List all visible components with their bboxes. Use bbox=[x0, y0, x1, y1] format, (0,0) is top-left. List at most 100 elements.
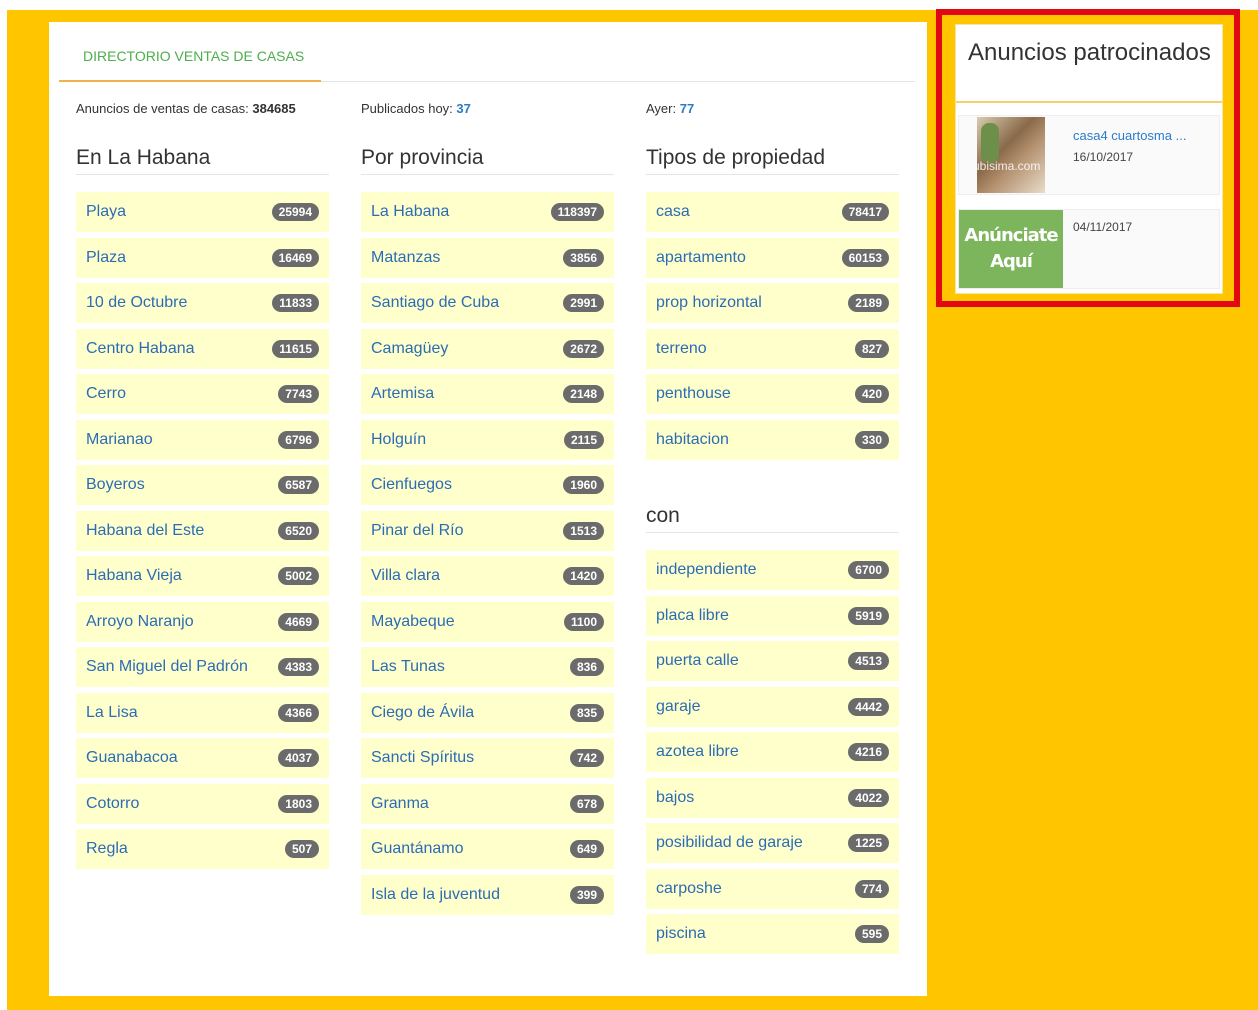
con-item-label[interactable]: independiente bbox=[656, 561, 757, 579]
con-item-label[interactable]: puerta calle bbox=[656, 652, 739, 670]
provincia-item-label[interactable]: Villa clara bbox=[371, 567, 440, 585]
habana-item-label[interactable]: Habana del Este bbox=[86, 522, 204, 540]
provincia-item-label[interactable]: La Habana bbox=[371, 203, 449, 221]
advertise-here-banner[interactable]: Anúnciate Aquí bbox=[959, 210, 1063, 288]
con-item-label[interactable]: azotea libre bbox=[656, 743, 739, 761]
habana-item[interactable]: La Lisa 4366 bbox=[76, 692, 329, 733]
provincia-item[interactable]: Sancti Spíritus 742 bbox=[361, 738, 614, 778]
habana-item[interactable]: San Miguel del Padrón 4383 bbox=[76, 647, 329, 687]
provincia-item-label[interactable]: Sancti Spíritus bbox=[371, 749, 474, 767]
provincia-item[interactable]: Camagüey 2672 bbox=[361, 328, 614, 369]
habana-item[interactable]: Boyeros 6587 bbox=[76, 465, 329, 505]
con-item[interactable]: bajos 4022 bbox=[646, 777, 899, 818]
sponsored-ad-2[interactable]: Anúnciate Aquí 04/11/2017 bbox=[958, 209, 1220, 289]
con-item-label[interactable]: piscina bbox=[656, 925, 706, 943]
provincia-item[interactable]: Guantánamo 649 bbox=[361, 829, 614, 869]
provincia-item[interactable]: Matanzas 3856 bbox=[361, 237, 614, 278]
provincia-item-label[interactable]: Isla de la juventud bbox=[371, 886, 500, 904]
habana-item-label[interactable]: Marianao bbox=[86, 431, 153, 449]
provincia-item[interactable]: Artemisa 2148 bbox=[361, 374, 614, 414]
con-item-label[interactable]: posibilidad de garaje bbox=[656, 834, 803, 852]
habana-item[interactable]: Cotorro 1803 bbox=[76, 783, 329, 824]
provincia-item-label[interactable]: Las Tunas bbox=[371, 658, 445, 676]
provincia-item-label[interactable]: Guantánamo bbox=[371, 840, 464, 858]
provincia-item-label[interactable]: Camagüey bbox=[371, 340, 448, 358]
habana-item-label[interactable]: Regla bbox=[86, 840, 128, 858]
provincia-item[interactable]: Cienfuegos 1960 bbox=[361, 465, 614, 505]
habana-item-label[interactable]: Playa bbox=[86, 203, 126, 221]
tipo-item[interactable]: prop horizontal 2189 bbox=[646, 283, 899, 323]
provincia-item-label[interactable]: Santiago de Cuba bbox=[371, 294, 499, 312]
provincia-item-label[interactable]: Holguín bbox=[371, 431, 426, 449]
provincia-item-label[interactable]: Mayabeque bbox=[371, 613, 455, 631]
provincia-item[interactable]: Ciego de Ávila 835 bbox=[361, 692, 614, 733]
ad-1-thumbnail[interactable]: cubisima.com bbox=[977, 117, 1045, 193]
tab-directorio-ventas[interactable]: DIRECTORIO VENTAS DE CASAS bbox=[59, 22, 321, 82]
habana-item[interactable]: Plaza 16469 bbox=[76, 237, 329, 278]
con-item[interactable]: piscina 595 bbox=[646, 914, 899, 954]
provincia-item-label[interactable]: Granma bbox=[371, 795, 429, 813]
provincia-item-label[interactable]: Artemisa bbox=[371, 385, 434, 403]
habana-item-label[interactable]: Boyeros bbox=[86, 476, 145, 494]
provincia-item[interactable]: Holguín 2115 bbox=[361, 419, 614, 460]
habana-item-label[interactable]: Plaza bbox=[86, 249, 126, 267]
habana-item-label[interactable]: La Lisa bbox=[86, 704, 138, 722]
habana-item[interactable]: Arroyo Naranjo 4669 bbox=[76, 601, 329, 642]
habana-item[interactable]: Guanabacoa 4037 bbox=[76, 738, 329, 778]
con-item-label[interactable]: placa libre bbox=[656, 607, 729, 625]
con-count-badge: 4022 bbox=[848, 788, 889, 807]
con-item-label[interactable]: carposhe bbox=[656, 880, 722, 898]
provincia-item-label[interactable]: Pinar del Río bbox=[371, 522, 464, 540]
provincia-item[interactable]: Villa clara 1420 bbox=[361, 556, 614, 596]
ad-1-title-link[interactable]: casa4 cuartosma ... bbox=[1073, 128, 1186, 143]
tipo-item-label[interactable]: terreno bbox=[656, 340, 707, 358]
tipo-item[interactable]: terreno 827 bbox=[646, 328, 899, 369]
habana-item-label[interactable]: Centro Habana bbox=[86, 340, 195, 358]
tipo-item-label[interactable]: penthouse bbox=[656, 385, 731, 403]
provincia-count-badge: 836 bbox=[569, 658, 604, 676]
habana-item[interactable]: Habana del Este 6520 bbox=[76, 510, 329, 551]
tipo-item-label[interactable]: prop horizontal bbox=[656, 294, 762, 312]
sponsored-ad-1[interactable]: cubisima.com casa4 cuartosma ... 16/10/2… bbox=[958, 115, 1220, 195]
con-item[interactable]: puerta calle 4513 bbox=[646, 641, 899, 681]
provincia-item[interactable]: Mayabeque 1100 bbox=[361, 601, 614, 642]
provincia-item[interactable]: Las Tunas 836 bbox=[361, 647, 614, 687]
provincia-item-label[interactable]: Cienfuegos bbox=[371, 476, 452, 494]
habana-item[interactable]: Playa 25994 bbox=[76, 192, 329, 232]
habana-item-label[interactable]: San Miguel del Padrón bbox=[86, 658, 248, 676]
tipo-item-label[interactable]: habitacion bbox=[656, 431, 729, 449]
tipo-item[interactable]: penthouse 420 bbox=[646, 374, 899, 414]
tipo-item[interactable]: apartamento 60153 bbox=[646, 237, 899, 278]
con-item[interactable]: independiente 6700 bbox=[646, 550, 899, 590]
tipo-item[interactable]: casa 78417 bbox=[646, 192, 899, 232]
provincia-item[interactable]: Isla de la juventud 399 bbox=[361, 874, 614, 915]
habana-item[interactable]: Cerro 7743 bbox=[76, 374, 329, 414]
provincia-item-label[interactable]: Matanzas bbox=[371, 249, 440, 267]
habana-item[interactable]: Marianao 6796 bbox=[76, 419, 329, 460]
habana-item-label[interactable]: 10 de Octubre bbox=[86, 294, 187, 312]
con-item-label[interactable]: bajos bbox=[656, 789, 694, 807]
habana-item[interactable]: 10 de Octubre 11833 bbox=[76, 283, 329, 323]
habana-item[interactable]: Centro Habana 11615 bbox=[76, 328, 329, 369]
con-item-label[interactable]: garaje bbox=[656, 698, 700, 716]
con-item[interactable]: placa libre 5919 bbox=[646, 595, 899, 636]
provincia-item-label[interactable]: Ciego de Ávila bbox=[371, 704, 474, 722]
habana-item-label[interactable]: Cotorro bbox=[86, 795, 139, 813]
habana-item[interactable]: Regla 507 bbox=[76, 829, 329, 869]
tipo-item[interactable]: habitacion 330 bbox=[646, 419, 899, 460]
tipo-item-label[interactable]: casa bbox=[656, 203, 690, 221]
habana-item-label[interactable]: Cerro bbox=[86, 385, 126, 403]
habana-item[interactable]: Habana Vieja 5002 bbox=[76, 556, 329, 596]
con-item[interactable]: azotea libre 4216 bbox=[646, 732, 899, 772]
provincia-item[interactable]: Santiago de Cuba 2991 bbox=[361, 283, 614, 323]
provincia-item[interactable]: La Habana 118397 bbox=[361, 192, 614, 232]
con-item[interactable]: carposhe 774 bbox=[646, 868, 899, 909]
habana-item-label[interactable]: Arroyo Naranjo bbox=[86, 613, 194, 631]
con-item[interactable]: garaje 4442 bbox=[646, 686, 899, 727]
tipo-item-label[interactable]: apartamento bbox=[656, 249, 746, 267]
habana-item-label[interactable]: Habana Vieja bbox=[86, 567, 182, 585]
con-item[interactable]: posibilidad de garaje 1225 bbox=[646, 823, 899, 863]
habana-item-label[interactable]: Guanabacoa bbox=[86, 749, 178, 767]
provincia-item[interactable]: Granma 678 bbox=[361, 783, 614, 824]
provincia-item[interactable]: Pinar del Río 1513 bbox=[361, 510, 614, 551]
